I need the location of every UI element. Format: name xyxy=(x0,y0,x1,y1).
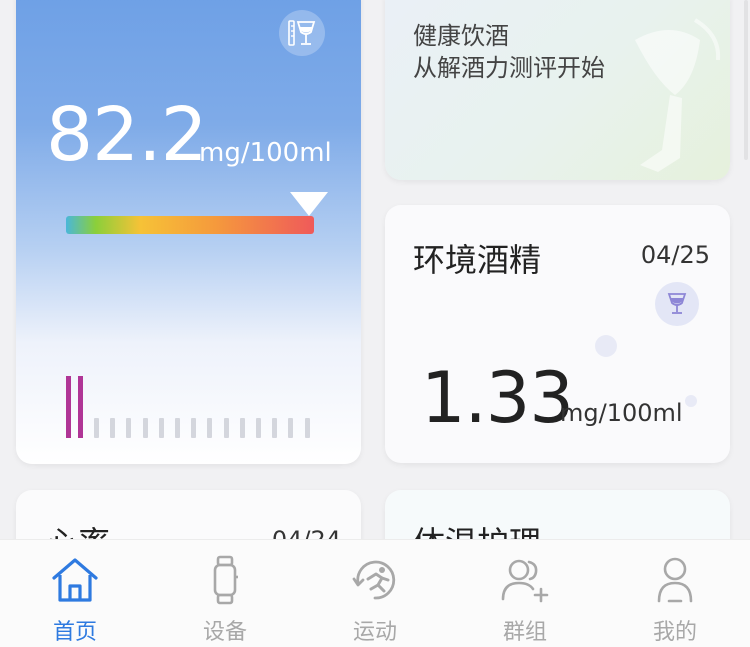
nav-label-device: 设备 xyxy=(202,620,247,645)
history-tick xyxy=(239,418,245,438)
history-tick xyxy=(207,418,213,438)
nav-label-exercise: 运动 xyxy=(352,620,397,645)
blood-alcohol-unit: mg/100ml xyxy=(199,138,332,168)
history-tick xyxy=(126,418,132,438)
blood-alcohol-value: 82.2 xyxy=(46,92,208,178)
nav-item-me[interactable]: 我的 xyxy=(600,540,750,647)
runner-icon xyxy=(349,554,401,606)
history-tick xyxy=(272,418,278,438)
wine-glass-icon xyxy=(279,10,325,56)
environment-alcohol-title: 环境酒精 xyxy=(413,241,542,279)
nav-item-exercise[interactable]: 运动 xyxy=(300,540,450,647)
level-marker-triangle xyxy=(290,192,329,216)
wine-glass-icon xyxy=(655,282,699,326)
bottom-navigation: 首页 设备 运动 群组 我的 xyxy=(0,539,750,647)
history-tick xyxy=(110,418,116,438)
wine-glass-decoration-icon xyxy=(635,18,721,172)
person-icon xyxy=(649,554,701,606)
environment-alcohol-value: 1.33 xyxy=(421,357,574,439)
nav-label-me: 我的 xyxy=(652,620,697,645)
decorative-bubble xyxy=(595,335,617,357)
history-tick xyxy=(142,418,148,438)
watch-icon xyxy=(199,554,251,606)
alcohol-level-scale xyxy=(66,216,314,234)
history-mark xyxy=(78,376,83,438)
healthy-drinking-subtitle: 从解酒力测评开始 xyxy=(413,54,605,82)
history-tick xyxy=(175,418,180,438)
healthy-drinking-title: 健康饮酒 xyxy=(413,22,509,50)
history-tick xyxy=(288,418,294,438)
nav-item-device[interactable]: 设备 xyxy=(150,540,300,647)
history-tick xyxy=(94,418,99,438)
nav-item-home[interactable]: 首页 xyxy=(0,540,150,647)
nav-item-group[interactable]: 群组 xyxy=(450,540,600,647)
nav-label-group: 群组 xyxy=(502,620,547,645)
history-tick xyxy=(304,418,310,438)
healthy-drinking-card[interactable]: 健康饮酒 从解酒力测评开始 xyxy=(385,0,730,180)
home-icon xyxy=(49,554,101,606)
history-mark xyxy=(66,376,71,438)
history-tick xyxy=(256,418,261,438)
blood-alcohol-card[interactable]: 82.2 mg/100ml xyxy=(16,0,361,464)
history-tick xyxy=(158,418,164,438)
history-tick xyxy=(223,418,229,438)
next-card-edge xyxy=(744,0,748,160)
nav-label-home: 首页 xyxy=(52,620,97,645)
group-icon xyxy=(499,554,551,606)
environment-alcohol-card[interactable]: 环境酒精 04/25 1.33 mg/100ml xyxy=(385,205,730,463)
environment-alcohol-unit: mg/100ml xyxy=(560,399,683,427)
decorative-bubble xyxy=(685,395,697,407)
environment-alcohol-date: 04/25 xyxy=(640,241,710,269)
history-tick xyxy=(191,418,197,438)
